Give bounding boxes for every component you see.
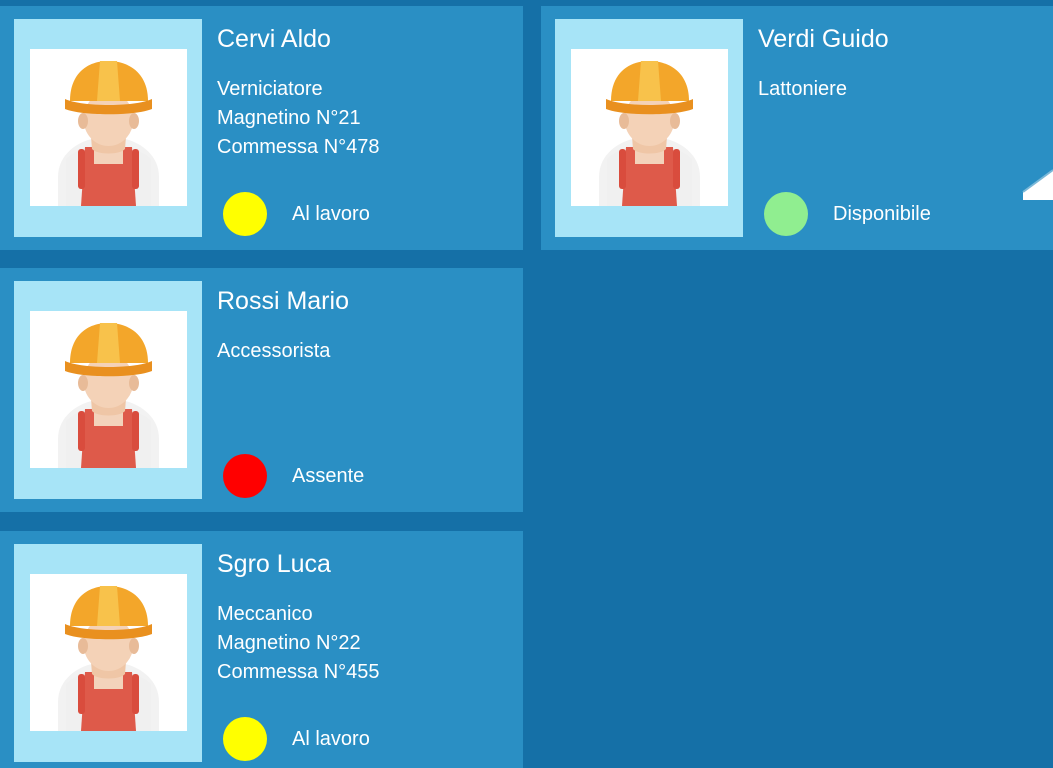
status-label: Assente — [292, 465, 365, 487]
construction-worker-icon — [571, 49, 728, 206]
worker-role: Meccanico — [217, 603, 313, 625]
worker-card[interactable]: Verdi Guido Lattoniere Disponibile — [541, 6, 1053, 250]
worker-avatar — [571, 49, 728, 206]
status-label: Al lavoro — [292, 203, 370, 225]
status-label: Al lavoro — [292, 728, 370, 750]
status-dot-icon — [223, 454, 267, 498]
worker-role: Lattoniere — [758, 78, 847, 100]
worker-magnet: Magnetino N°22 — [217, 632, 361, 654]
worker-status: Assente — [223, 454, 364, 498]
photo-frame — [14, 281, 202, 499]
construction-worker-icon — [30, 574, 187, 731]
worker-status: Disponibile — [764, 192, 931, 236]
construction-worker-icon — [30, 49, 187, 206]
worker-details: Accessorista — [217, 337, 330, 366]
status-dot-icon — [223, 717, 267, 761]
worker-details: Lattoniere — [758, 75, 847, 104]
worker-name: Verdi Guido — [758, 25, 889, 53]
worker-role: Verniciatore — [217, 78, 323, 100]
worker-order: Commessa N°455 — [217, 661, 380, 683]
worker-card[interactable]: Rossi Mario Accessorista Assente — [0, 268, 523, 512]
worker-avatar — [30, 574, 187, 731]
photo-frame — [14, 544, 202, 762]
worker-status: Al lavoro — [223, 717, 370, 761]
worker-name: Cervi Aldo — [217, 25, 331, 53]
worker-order: Commessa N°478 — [217, 136, 380, 158]
status-dot-icon — [764, 192, 808, 236]
worker-avatar — [30, 49, 187, 206]
status-label: Disponibile — [833, 203, 931, 225]
worker-status: Al lavoro — [223, 192, 370, 236]
tooltip-arrow-icon — [1022, 169, 1053, 200]
worker-name: Sgro Luca — [217, 550, 331, 578]
worker-magnet: Magnetino N°21 — [217, 107, 361, 129]
worker-card[interactable]: Cervi Aldo Verniciatore Magnetino N°21 C… — [0, 6, 523, 250]
photo-frame — [555, 19, 743, 237]
worker-details: Verniciatore Magnetino N°21 Commessa N°4… — [217, 75, 380, 162]
status-dot-icon — [223, 192, 267, 236]
construction-worker-icon — [30, 311, 187, 468]
worker-name: Rossi Mario — [217, 287, 349, 315]
worker-role: Accessorista — [217, 340, 331, 362]
worker-card[interactable]: Sgro Luca Meccanico Magnetino N°22 Comme… — [0, 531, 523, 768]
worker-avatar — [30, 311, 187, 468]
photo-frame — [14, 19, 202, 237]
worker-details: Meccanico Magnetino N°22 Commessa N°455 — [217, 600, 380, 687]
